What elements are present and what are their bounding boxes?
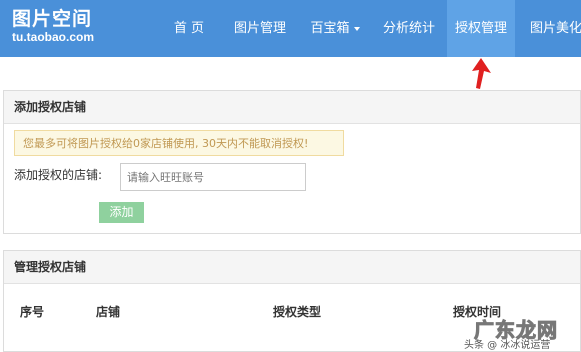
nav-item-label: 首 页 (173, 21, 205, 36)
warning-notice: 您最多可将图片授权给0家店铺使用, 30天内不能取消授权! (14, 130, 344, 156)
column-header-index: 序号 (20, 305, 45, 319)
add-button[interactable]: 添加 (99, 202, 144, 223)
chevron-down-icon (353, 26, 360, 31)
nav-item-toolbox[interactable]: 百宝箱 (298, 0, 372, 57)
nav-item-analytics[interactable]: 分析统计 (372, 0, 446, 57)
nav-item-image-management[interactable]: 图片管理 (224, 0, 296, 57)
panel-title: 管理授权店铺 (4, 251, 580, 284)
logo-url: tu.taobao.com (12, 30, 95, 44)
column-header-shop: 店铺 (96, 305, 121, 319)
nav-item-image-beautify[interactable]: 图片美化 (520, 0, 581, 57)
shop-field-label: 添加授权的店铺: (14, 168, 103, 182)
nav-item-label: 百宝箱 (310, 21, 350, 36)
shop-account-input[interactable] (120, 163, 306, 191)
watermark-caption: 头条 @ 冰冰说运营 (464, 340, 551, 351)
top-navigation-bar: 图片空间 tu.taobao.com 首 页 图片管理 百宝箱 分析统计 授权管… (0, 0, 581, 57)
panel-title: 添加授权店铺 (4, 91, 580, 124)
logo-title: 图片空间 (12, 8, 93, 30)
logo[interactable]: 图片空间 tu.taobao.com (12, 8, 94, 44)
nav-item-home[interactable]: 首 页 (158, 0, 220, 57)
column-header-auth-type: 授权类型 (273, 305, 322, 319)
red-arrow-icon (472, 58, 491, 89)
nav-item-label: 授权管理 (454, 21, 507, 36)
nav-item-authorization[interactable]: 授权管理 (447, 0, 515, 57)
nav-item-label: 图片美化 (530, 21, 581, 36)
nav-item-label: 图片管理 (233, 21, 286, 36)
nav-item-label: 分析统计 (382, 21, 435, 36)
watermark: 广东龙网 头条 @ 冰冰说运营 (456, 316, 576, 352)
add-authorized-shop-panel: 添加授权店铺 您最多可将图片授权给0家店铺使用, 30天内不能取消授权! 添加授… (3, 90, 581, 234)
